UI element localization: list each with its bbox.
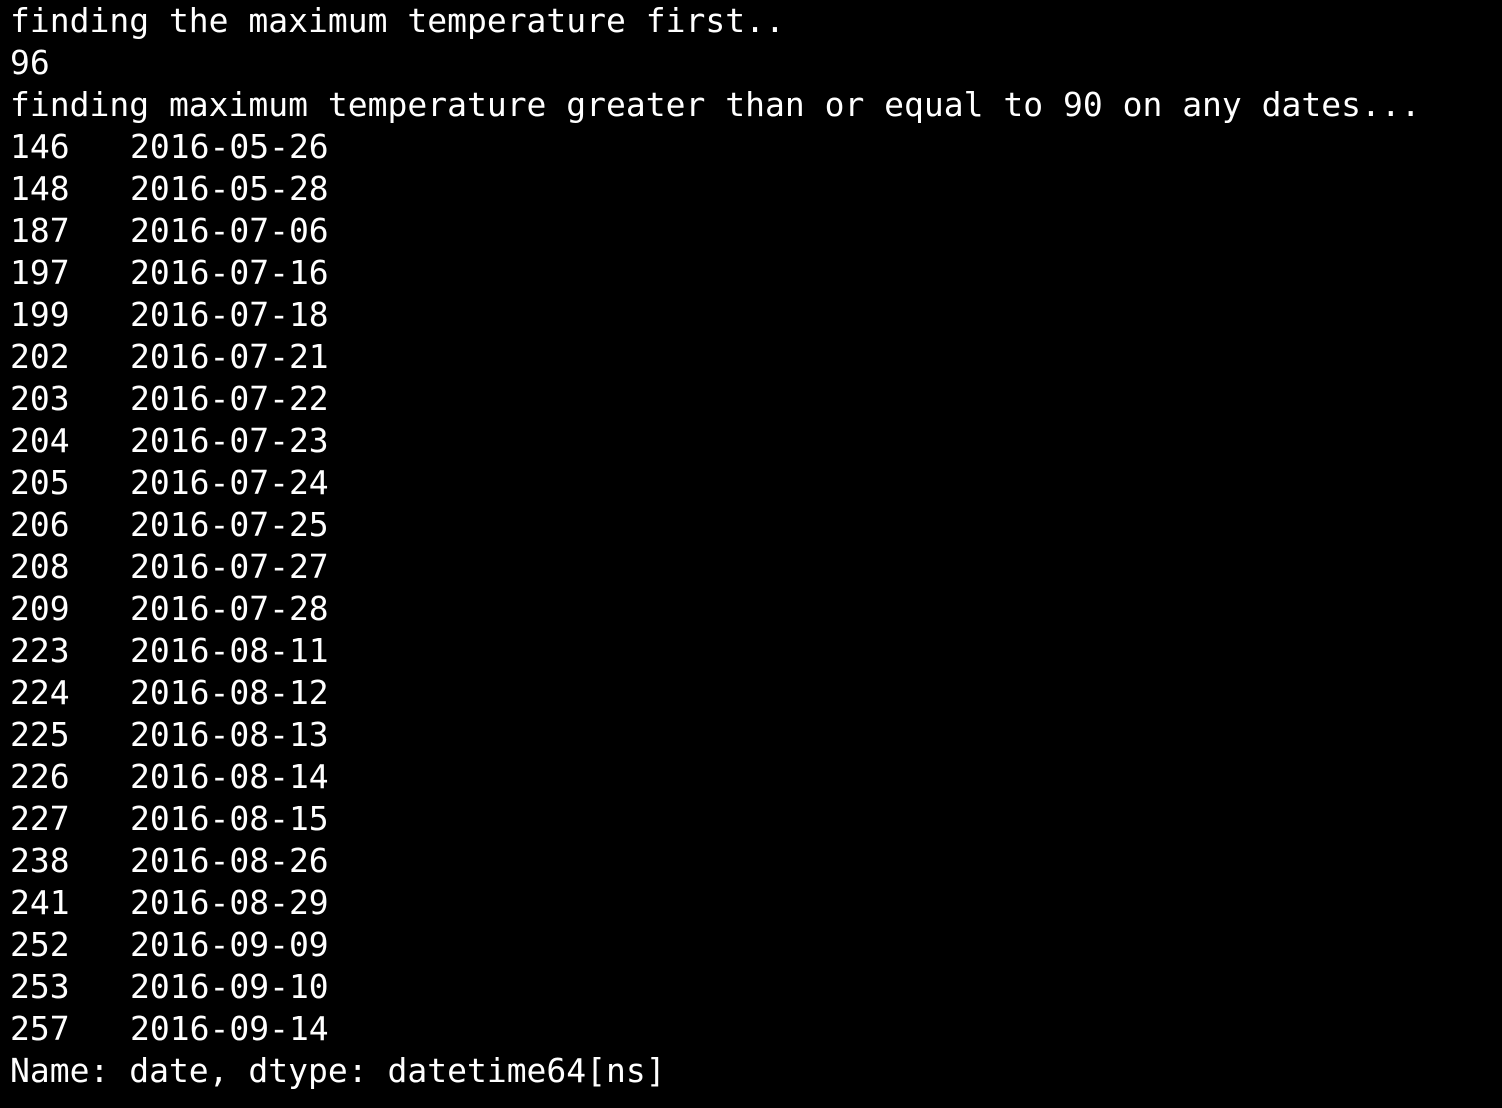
series-row-date: 2016-09-10 [130,967,329,1006]
series-row-date: 2016-08-13 [130,715,329,754]
series-row-date: 2016-05-26 [130,127,329,166]
series-row-date: 2016-07-24 [130,463,329,502]
series-row: 197 2016-07-16 [10,252,1502,294]
series-row-index: 238 [10,841,70,880]
series-row-index: 206 [10,505,70,544]
series-row-date: 2016-07-22 [130,379,329,418]
series-row-index: 199 [10,295,70,334]
terminal-window[interactable]: finding the maximum temperature first.. … [0,0,1502,1108]
series-row-date: 2016-08-15 [130,799,329,838]
output-line-heading: finding the maximum temperature first.. [10,1,785,40]
series-row-index: 241 [10,883,70,922]
output-line-series-footer: Name: date, dtype: datetime64[ns] [10,1051,666,1090]
series-row-index: 202 [10,337,70,376]
series-row-index: 148 [10,169,70,208]
series-row-index: 224 [10,673,70,712]
series-row: 148 2016-05-28 [10,168,1502,210]
series-row-date: 2016-07-23 [130,421,329,460]
series-row-date: 2016-07-25 [130,505,329,544]
output-line-query: finding maximum temperature greater than… [10,85,1421,124]
series-row: 209 2016-07-28 [10,588,1502,630]
series-row-index: 204 [10,421,70,460]
series-row: 227 2016-08-15 [10,798,1502,840]
series-row-index: 187 [10,211,70,250]
series-row-date: 2016-07-16 [130,253,329,292]
series-row: 199 2016-07-18 [10,294,1502,336]
series-row: 208 2016-07-27 [10,546,1502,588]
series-row-date: 2016-09-14 [130,1009,329,1048]
series-row-index: 252 [10,925,70,964]
series-row: 253 2016-09-10 [10,966,1502,1008]
series-row: 187 2016-07-06 [10,210,1502,252]
series-row-index: 146 [10,127,70,166]
series-row: 257 2016-09-14 [10,1008,1502,1050]
series-row-date: 2016-07-06 [130,211,329,250]
series-row-date: 2016-08-29 [130,883,329,922]
output-line-max-value: 96 [10,43,50,82]
series-row-index: 223 [10,631,70,670]
series-row-date: 2016-05-28 [130,169,329,208]
series-row-index: 253 [10,967,70,1006]
series-row-date: 2016-09-09 [130,925,329,964]
series-row-date: 2016-07-28 [130,589,329,628]
series-row-date: 2016-07-27 [130,547,329,586]
series-row: 205 2016-07-24 [10,462,1502,504]
series-row: 223 2016-08-11 [10,630,1502,672]
series-row-index: 209 [10,589,70,628]
series-output: 146 2016-05-26 148 2016-05-28 187 2016-07-06 1… [10,126,1502,1050]
series-row: 203 2016-07-22 [10,378,1502,420]
series-row-date: 2016-08-26 [130,841,329,880]
series-row: 146 2016-05-26 [10,126,1502,168]
series-row: 224 2016-08-12 [10,672,1502,714]
series-row-index: 226 [10,757,70,796]
series-row-index: 257 [10,1009,70,1048]
series-row-index: 227 [10,799,70,838]
series-row-date: 2016-07-21 [130,337,329,376]
series-row-index: 208 [10,547,70,586]
series-row: 241 2016-08-29 [10,882,1502,924]
series-row-date: 2016-08-11 [130,631,329,670]
series-row-index: 225 [10,715,70,754]
series-row: 252 2016-09-09 [10,924,1502,966]
series-row: 238 2016-08-26 [10,840,1502,882]
series-row-index: 205 [10,463,70,502]
series-row: 206 2016-07-25 [10,504,1502,546]
series-row-date: 2016-07-18 [130,295,329,334]
series-row: 202 2016-07-21 [10,336,1502,378]
series-row-date: 2016-08-14 [130,757,329,796]
series-row: 226 2016-08-14 [10,756,1502,798]
series-row: 204 2016-07-23 [10,420,1502,462]
series-row-index: 203 [10,379,70,418]
series-row: 225 2016-08-13 [10,714,1502,756]
series-row-date: 2016-08-12 [130,673,329,712]
series-row-index: 197 [10,253,70,292]
